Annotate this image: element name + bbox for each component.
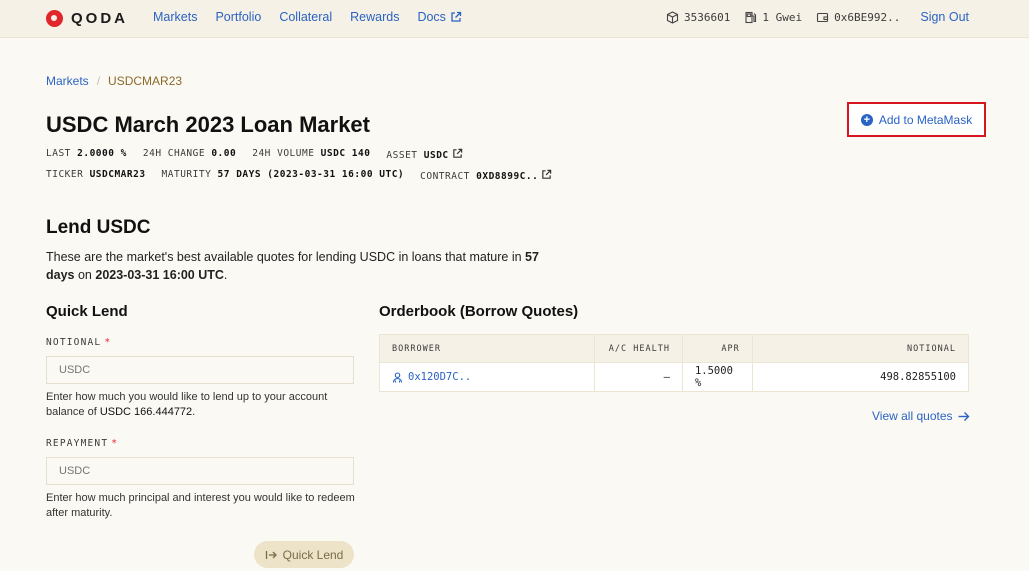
main-nav: Markets Portfolio Collateral Rewards Doc… [153, 10, 462, 24]
stat-maturity: MATURITY 57 DAYS (2023-03-31 16:00 UTC) [162, 169, 405, 182]
quick-lend-button[interactable]: Quick Lend [254, 541, 354, 568]
gas-price: 1 Gwei [744, 11, 802, 24]
health-cell: — [595, 363, 683, 391]
required-mark: * [111, 438, 119, 449]
quick-lend-title: Quick Lend [46, 303, 128, 320]
add-to-metamask-label: Add to MetaMask [878, 112, 973, 127]
user-icon [392, 371, 403, 383]
col-notional[interactable]: NOTIONAL [753, 335, 968, 362]
col-borrower[interactable]: BORROWER [380, 335, 596, 362]
repayment-help: Enter how much principal and interest yo… [46, 492, 355, 519]
header-status: 3536601 1 Gwei 0x6BE992.. Sign Out [666, 10, 969, 24]
stat-ticker-label: TICKER [46, 169, 84, 180]
external-link-icon [452, 148, 462, 158]
stat-ticker: TICKER USDCMAR23 [46, 169, 146, 182]
stat-change-label: 24H CHANGE [142, 148, 206, 159]
block-number: 3536601 [666, 11, 730, 24]
repayment-label: REPAYMENT * [46, 438, 118, 449]
nav-markets[interactable]: Markets [153, 10, 197, 24]
stat-volume-label: 24H VOLUME [252, 148, 315, 159]
plus-circle-icon: + [860, 113, 873, 126]
table-row[interactable]: 0x120D7C.. — 1.5000 % 498.82855100 [380, 363, 968, 391]
stat-asset[interactable]: ASSET USDC [386, 148, 462, 161]
nav-portfolio[interactable]: Portfolio [215, 10, 261, 24]
stat-change-value: 0.00 [211, 148, 237, 159]
breadcrumb-separator: / [96, 74, 101, 88]
arrow-to-bar-icon [265, 550, 277, 559]
notional-help-end: . [192, 406, 196, 418]
nav-docs[interactable]: Docs [417, 10, 462, 24]
gas-pump-icon [745, 11, 757, 23]
required-mark: * [104, 337, 112, 348]
borrower-cell: 0x120D7C.. [380, 363, 596, 391]
lend-desc-date: 2023-03-31 16:00 UTC [95, 268, 224, 282]
stat-asset-label: ASSET [386, 150, 418, 161]
top-nav-bar: QODA Markets Portfolio Collateral Reward… [0, 0, 1029, 38]
apr-cell: 1.5000 % [683, 363, 753, 391]
external-link-icon [451, 11, 462, 22]
stat-last-label: LAST [46, 148, 71, 159]
stat-contract-label: CONTRACT [420, 171, 470, 182]
nav-collateral[interactable]: Collateral [279, 10, 332, 24]
add-to-metamask-button[interactable]: + Add to MetaMask [847, 102, 986, 137]
cube-icon [666, 10, 679, 24]
stat-24h-volume: 24H VOLUME USDC 140 [252, 148, 370, 161]
account-balance: USDC 166.444772 [99, 406, 193, 418]
col-apr[interactable]: APR [683, 335, 753, 362]
view-all-quotes-label: View all quotes [872, 409, 953, 423]
market-info-row: TICKER USDCMAR23 MATURITY 57 DAYS (2023-… [46, 169, 552, 182]
notional-cell: 498.82855100 [880, 371, 956, 383]
stat-volume-value: USDC 140 [320, 148, 371, 159]
breadcrumb-markets[interactable]: Markets [46, 74, 89, 88]
borrower-link[interactable]: 0x120D7C.. [392, 371, 471, 383]
repayment-label-text: REPAYMENT [46, 438, 109, 449]
lend-desc-on: on [77, 268, 92, 282]
wallet-value: 0x6BE992.. [834, 10, 901, 24]
orderbook-table: BORROWER A/C HEALTH APR NOTIONAL 0x120D7… [379, 334, 969, 392]
nav-docs-label: Docs [417, 10, 446, 24]
external-link-icon [542, 169, 552, 179]
logo-text: QODA [71, 9, 128, 27]
stat-contract[interactable]: CONTRACT 0XD8899C.. [420, 169, 552, 182]
wallet-address[interactable]: 0x6BE992.. [816, 11, 900, 24]
notional-input[interactable] [46, 356, 354, 384]
arrow-right-icon [958, 411, 969, 421]
lend-desc-end: . [223, 268, 228, 282]
notional-help: Enter how much you would like to lend up… [46, 390, 356, 420]
page-title: USDC March 2023 Loan Market [46, 112, 370, 137]
market-stats-row: LAST 2.0000 % 24H CHANGE 0.00 24H VOLUME… [46, 148, 463, 161]
orderbook-header-row: BORROWER A/C HEALTH APR NOTIONAL [380, 335, 968, 363]
logo-mark-icon [46, 9, 63, 27]
stat-24h-change: 24H CHANGE 0.00 [143, 148, 236, 161]
repayment-input[interactable] [46, 457, 354, 485]
stat-asset-value: USDC [423, 150, 449, 161]
wallet-icon [817, 12, 829, 22]
col-ac-health[interactable]: A/C HEALTH [595, 335, 683, 362]
stat-last-value: 2.0000 % [77, 148, 127, 159]
qoda-logo[interactable]: QODA [46, 8, 128, 28]
sign-out-link[interactable]: Sign Out [920, 10, 969, 24]
gas-value: 1 Gwei [762, 10, 803, 24]
view-all-quotes-link[interactable]: View all quotes [872, 409, 970, 423]
stat-maturity-label: MATURITY [161, 169, 212, 180]
lend-section-title: Lend USDC [46, 217, 151, 238]
notional-label: NOTIONAL * [46, 337, 111, 348]
stat-contract-value: 0XD8899C.. [476, 171, 539, 182]
nav-rewards[interactable]: Rewards [350, 10, 399, 24]
block-number-value: 3536601 [684, 10, 731, 24]
breadcrumb-current: USDCMAR23 [108, 74, 183, 88]
lend-description: These are the market's best available qu… [46, 248, 556, 284]
breadcrumb: Markets / USDCMAR23 [46, 74, 182, 88]
stat-ticker-value: USDCMAR23 [89, 169, 146, 180]
orderbook-title: Orderbook (Borrow Quotes) [379, 303, 579, 320]
stat-maturity-value: 57 DAYS (2023-03-31 16:00 UTC) [217, 169, 405, 180]
notional-label-text: NOTIONAL [46, 337, 102, 348]
stat-last: LAST 2.0000 % [46, 148, 127, 161]
quick-lend-button-label: Quick Lend [282, 547, 344, 562]
borrower-address: 0x120D7C.. [408, 371, 472, 383]
lend-desc-text: These are the market's best available qu… [46, 250, 522, 264]
